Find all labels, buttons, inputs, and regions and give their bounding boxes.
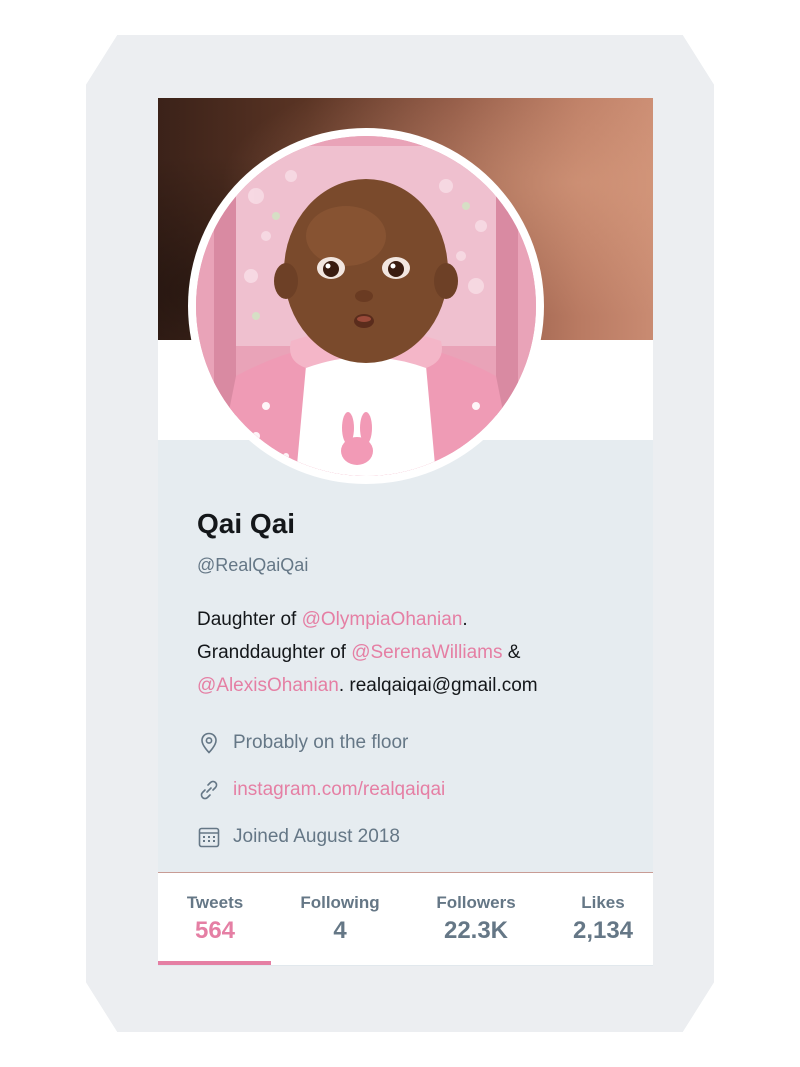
bio-text: . [462, 609, 468, 630]
bio-line-2: Granddaughter of @SerenaWilliams & [197, 636, 637, 669]
profile-stats-bar: Tweets 564 Following 4 Followers 22.3K L… [158, 872, 653, 966]
bio-line-1: Daughter of @OlympiaOhanian. [197, 603, 637, 636]
joined-text: Joined August 2018 [233, 826, 400, 847]
mention-link[interactable]: @AlexisOhanian [197, 675, 339, 696]
profile-joined: Joined August 2018 [197, 822, 400, 852]
calendar-icon [198, 827, 220, 848]
profile-handle: @RealQaiQai [197, 555, 309, 575]
stat-followers[interactable]: Followers 22.3K [424, 893, 528, 945]
stat-following[interactable]: Following 4 [290, 893, 390, 945]
profile-card: Qai Qai @RealQaiQai Daughter of @Olympia… [158, 98, 653, 966]
bio-text: Daughter of [197, 609, 302, 630]
location-pin-icon [201, 732, 217, 754]
stat-label: Followers [436, 893, 516, 912]
stats-divider [158, 965, 653, 966]
stat-value: 4 [333, 917, 347, 944]
bio-text: Granddaughter of [197, 642, 352, 663]
stat-value: 22.3K [443, 917, 509, 944]
baby-doll-photo [196, 136, 536, 476]
avatar-image [196, 136, 536, 476]
stat-label: Likes [581, 893, 625, 912]
stat-value: 564 [194, 917, 236, 944]
stat-likes[interactable]: Likes 2,134 [562, 893, 644, 945]
mention-link[interactable]: @OlympiaOhanian [302, 609, 463, 630]
bio-text: . realqaiqai@gmail.com [338, 675, 538, 696]
bio-line-3: @AlexisOhanian. realqaiqai@gmail.com [197, 669, 637, 702]
stat-value: 2,134 [572, 917, 634, 944]
avatar[interactable] [188, 128, 544, 484]
stat-label: Tweets [186, 893, 244, 912]
location-text: Probably on the floor [233, 732, 409, 753]
profile-location: Probably on the floor [197, 728, 408, 758]
profile-website[interactable]: instagram.com/realqaiqai [197, 775, 445, 805]
stat-label: Following [300, 893, 380, 912]
mention-link[interactable]: @SerenaWilliams [351, 642, 502, 663]
profile-name: Qai Qai [197, 508, 296, 539]
stat-tweets[interactable]: Tweets 564 [176, 893, 254, 945]
bio-text: & [502, 642, 521, 663]
website-link[interactable]: instagram.com/realqaiqai [233, 779, 445, 801]
profile-bio: Daughter of @OlympiaOhanian. Granddaught… [197, 603, 637, 702]
link-icon [200, 780, 218, 800]
